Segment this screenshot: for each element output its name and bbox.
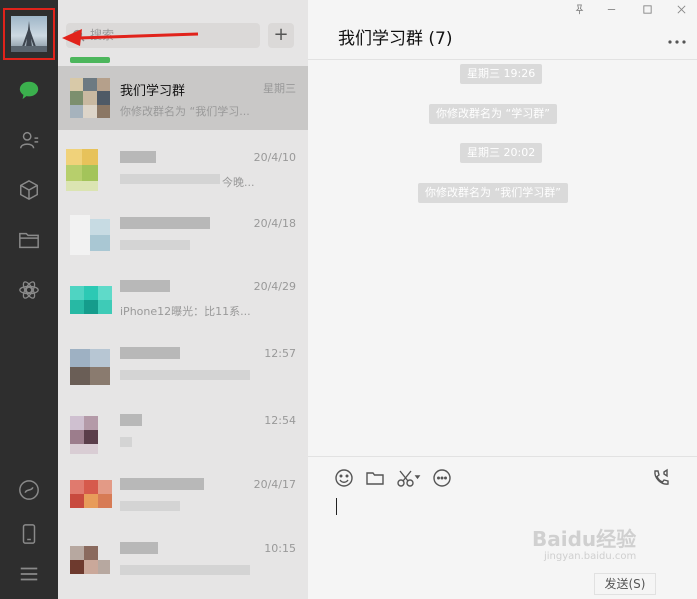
chat-preview: iPhone12曝光：比11系...	[120, 305, 251, 318]
conversation-panel: 我们学习群 (7) 星期三 19:26 你修改群名为 “学习群” 星期三 20:…	[308, 0, 697, 599]
wechat-window: 搜索 + 我们学习群 星期三 你修改群名为 “我们学习... 20/4/10 今…	[0, 0, 697, 599]
text-cursor	[336, 498, 337, 515]
chat-list: 搜索 + 我们学习群 星期三 你修改群名为 “我们学习... 20/4/10 今…	[58, 0, 308, 599]
blurred-name	[120, 280, 170, 292]
chat-time: 10:15	[264, 542, 296, 555]
chat-icon[interactable]	[17, 78, 41, 102]
nav-sidebar	[0, 0, 58, 599]
contact-avatar	[70, 476, 112, 516]
more-icon[interactable]	[667, 30, 687, 44]
chat-time: 20/4/10	[253, 151, 296, 164]
chat-time: 20/4/17	[253, 478, 296, 491]
contact-avatar	[66, 149, 110, 191]
blurred-name	[120, 217, 210, 229]
chat-bubble-icon[interactable]	[432, 468, 454, 490]
folder-icon[interactable]	[365, 468, 387, 490]
contacts-icon[interactable]	[17, 128, 41, 152]
blurred-preview	[120, 437, 132, 447]
avatar[interactable]	[11, 16, 47, 52]
header-divider	[308, 59, 697, 60]
moments-icon[interactable]	[17, 278, 41, 302]
chat-preview: 你修改群名为 “我们学习...	[120, 105, 250, 118]
chat-name: 我们学习群	[120, 84, 186, 99]
group-avatar	[70, 78, 110, 118]
watermark-logo: Baidu经验	[532, 527, 637, 551]
chat-time: 12:57	[264, 347, 296, 360]
scissors-icon[interactable]	[396, 468, 424, 490]
tower-image	[11, 21, 47, 52]
send-button[interactable]: 发送(S)	[594, 573, 656, 595]
pin-icon[interactable]	[572, 4, 586, 16]
mini-program-icon[interactable]	[17, 478, 41, 502]
contact-avatar	[70, 540, 110, 580]
contact-avatar	[70, 412, 110, 454]
blurred-name	[120, 542, 158, 554]
blurred-preview	[120, 240, 190, 250]
system-message: 你修改群名为 “学习群”	[429, 104, 557, 124]
message-input-area[interactable]: Baidu经验 jingyan.baidu.com 发送(S)	[308, 457, 697, 599]
chat-list-item[interactable]: 12:57	[58, 333, 308, 397]
maximize-icon[interactable]	[640, 4, 654, 16]
message-timestamp: 星期三 20:02	[460, 143, 543, 163]
chat-preview: 今晚...	[222, 176, 255, 189]
chat-time: 12:54	[264, 414, 296, 427]
blurred-name	[120, 478, 204, 490]
contact-avatar	[70, 215, 110, 255]
chat-time: 20/4/29	[253, 280, 296, 293]
contact-avatar	[70, 345, 110, 385]
chat-list-item[interactable]: 12:54	[58, 400, 308, 464]
video-call-icon[interactable]	[651, 468, 673, 490]
avatar-highlight-box	[3, 8, 55, 60]
emoji-icon[interactable]	[334, 468, 356, 490]
chat-list-item[interactable]: 10:15	[58, 528, 308, 592]
chat-list-item[interactable]: 20/4/17	[58, 464, 308, 528]
chat-time: 20/4/18	[253, 217, 296, 230]
blurred-preview	[120, 370, 250, 380]
chat-list-item[interactable]: 20/4/29 iPhone12曝光：比11系...	[58, 266, 308, 330]
blurred-preview	[120, 174, 220, 184]
minimize-icon[interactable]	[604, 4, 618, 16]
partial-list-item	[70, 57, 110, 63]
contact-avatar	[70, 278, 112, 318]
blurred-name	[120, 151, 156, 163]
blurred-name	[120, 414, 142, 426]
chat-time: 星期三	[263, 82, 296, 95]
files-icon[interactable]	[17, 228, 41, 252]
phone-icon[interactable]	[17, 522, 41, 546]
add-button[interactable]: +	[268, 23, 294, 48]
blurred-preview	[120, 565, 250, 575]
chat-list-item[interactable]: 20/4/10 今晚...	[58, 137, 308, 201]
chat-list-item[interactable]: 我们学习群 星期三 你修改群名为 “我们学习...	[58, 66, 308, 130]
system-message: 你修改群名为 “我们学习群”	[418, 183, 568, 203]
menu-icon[interactable]	[17, 562, 41, 586]
conversation-title: 我们学习群 (7)	[338, 29, 453, 49]
blurred-name	[120, 347, 180, 359]
watermark-url: jingyan.baidu.com	[544, 551, 637, 562]
annotation-arrow	[62, 29, 199, 46]
close-icon[interactable]	[674, 4, 688, 16]
favorites-icon[interactable]	[17, 178, 41, 202]
blurred-preview	[120, 501, 180, 511]
chat-list-item[interactable]: 20/4/18	[58, 203, 308, 267]
message-timestamp: 星期三 19:26	[460, 64, 543, 84]
